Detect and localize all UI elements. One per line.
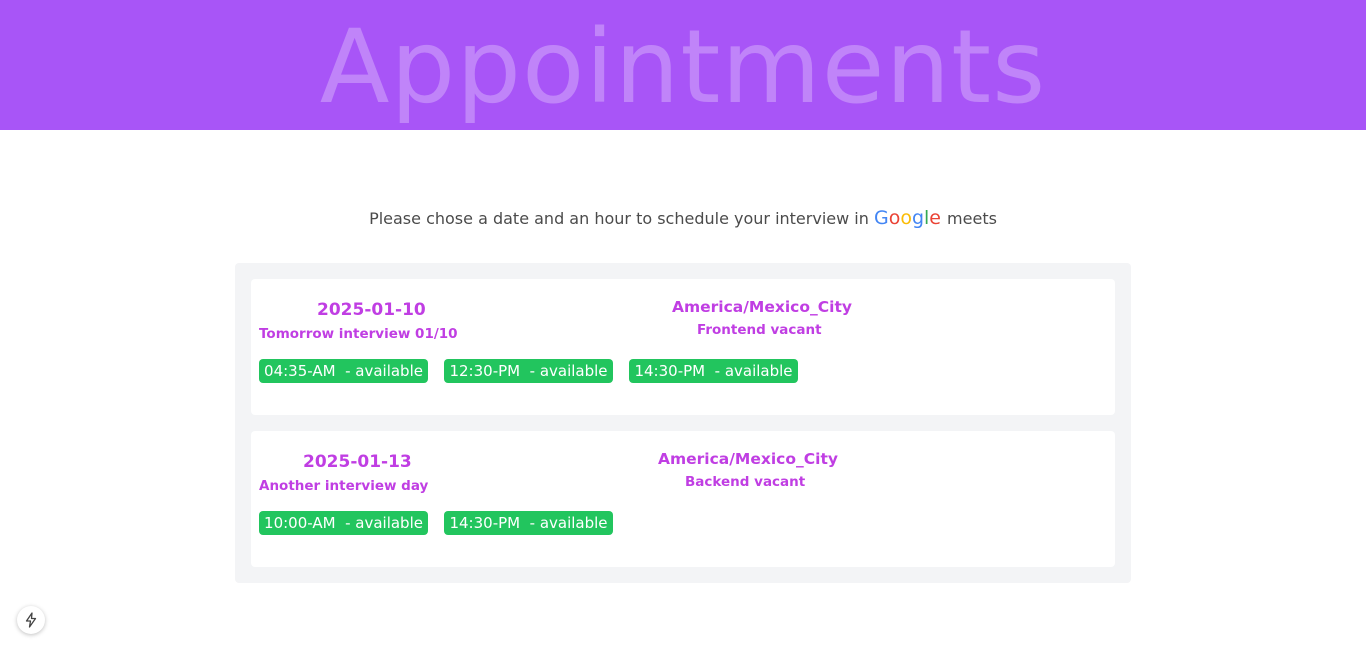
appointments-panel: 2025-01-10 Tomorrow interview 01/10 Amer… (235, 263, 1131, 583)
google-letter: G (873, 207, 889, 229)
intro-text-after: meets (947, 209, 997, 228)
appointment-vacant: Backend vacant (685, 474, 806, 490)
page-title: Appointments (319, 8, 1047, 127)
page-header: Appointments (0, 0, 1366, 130)
time-slots: 04:35-AM - available 12:30-PM - availabl… (259, 359, 798, 383)
time-slot-button[interactable]: 04:35-AM - available (259, 359, 428, 383)
time-slot-button[interactable]: 10:00-AM - available (259, 511, 428, 535)
appointment-date: 2025-01-13 (303, 452, 412, 472)
appointment-card: 2025-01-10 Tomorrow interview 01/10 Amer… (251, 279, 1115, 415)
google-letter: o (900, 207, 912, 229)
appointment-description: Tomorrow interview 01/10 (259, 326, 458, 342)
intro-text-before: Please chose a date and an hour to sched… (369, 209, 869, 228)
appointment-timezone: America/Mexico_City (658, 450, 838, 468)
appointment-date: 2025-01-10 (317, 300, 426, 320)
time-slot-button[interactable]: 14:30-PM - available (629, 359, 798, 383)
appointment-vacant: Frontend vacant (697, 322, 822, 338)
google-letter: e (929, 207, 941, 229)
time-slots: 10:00-AM - available 14:30-PM - availabl… (259, 511, 613, 535)
time-slot-button[interactable]: 12:30-PM - available (444, 359, 613, 383)
dev-tools-button[interactable] (17, 606, 45, 634)
google-logo-text: Google (874, 207, 947, 229)
appointment-description: Another interview day (259, 478, 429, 494)
appointment-card: 2025-01-13 Another interview day America… (251, 431, 1115, 567)
google-letter: o (888, 207, 901, 229)
appointment-timezone: America/Mexico_City (672, 298, 852, 316)
intro-text: Please chose a date and an hour to sched… (0, 204, 1366, 233)
google-letter: g (911, 207, 925, 229)
lightning-bolt-icon (25, 612, 37, 628)
time-slot-button[interactable]: 14:30-PM - available (444, 511, 613, 535)
